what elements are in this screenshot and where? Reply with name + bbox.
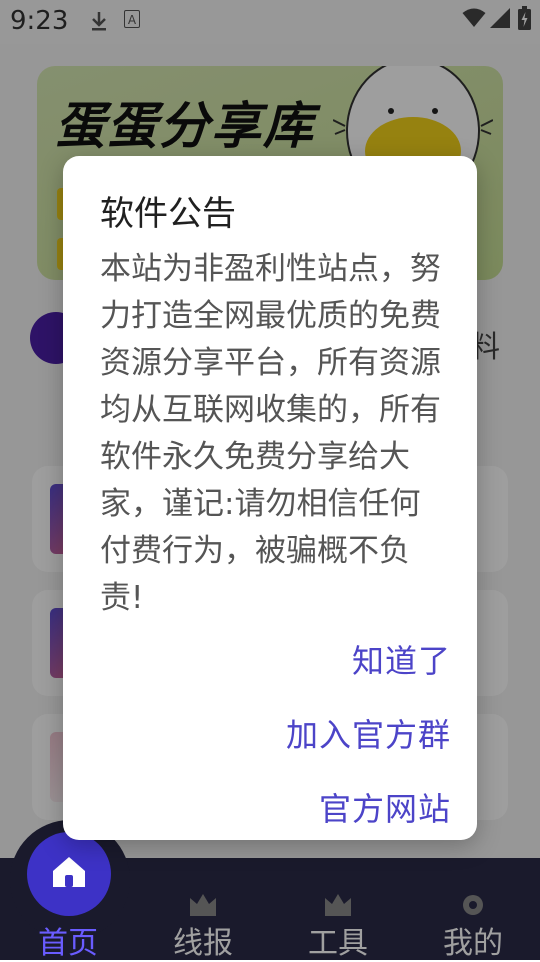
announcement-dialog: 软件公告 本站为非盈利性站点，努力打造全网最优质的免费资源分享平台，所有资源均从… — [63, 156, 477, 840]
dialog-message: 本站为非盈利性站点，努力打造全网最优质的免费资源分享平台，所有资源均从互联网收集… — [100, 251, 441, 616]
crown-icon — [325, 894, 351, 916]
join-group-button[interactable]: 加入官方群 — [286, 710, 451, 756]
flower-icon — [463, 895, 483, 915]
nav-item-mine[interactable]: 我的 — [428, 918, 518, 962]
dialog-title: 软件公告 — [100, 194, 236, 234]
nav-item-tools[interactable]: 工具 — [293, 918, 383, 962]
official-website-button[interactable]: 官方网站 — [319, 784, 451, 830]
home-icon — [53, 857, 85, 887]
nav-item-home[interactable]: 首页 — [23, 918, 113, 962]
ok-button[interactable]: 知道了 — [352, 636, 451, 682]
nav-item-news[interactable]: 线报 — [158, 918, 248, 962]
crown-icon — [190, 894, 216, 916]
